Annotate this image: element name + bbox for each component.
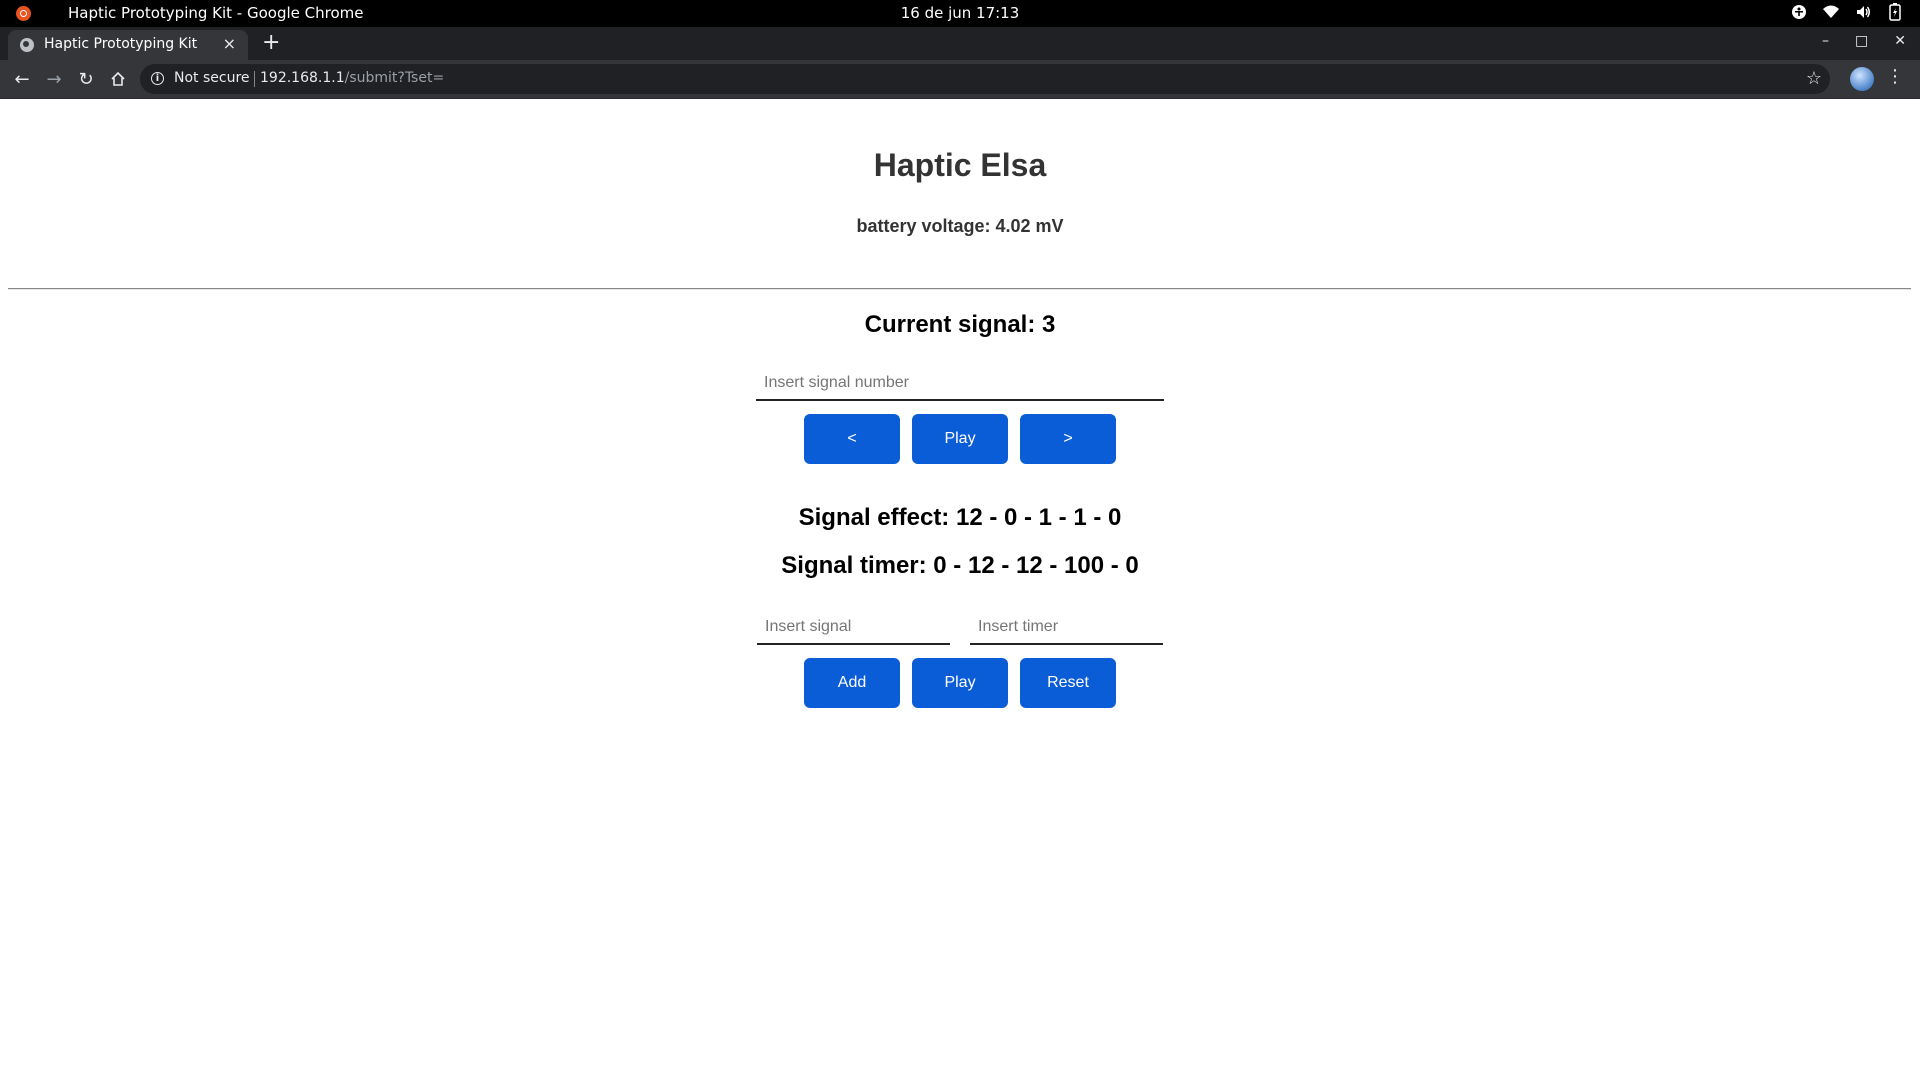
tab-strip: Haptic Prototyping Kit × + – □ ✕ (0, 27, 1920, 60)
omnibox-separator (254, 71, 255, 87)
bookmark-star-icon[interactable]: ☆ (1806, 68, 1822, 89)
back-arrow-icon[interactable]: ← (10, 67, 34, 91)
battery-voltage: battery voltage: 4.02 mV (856, 216, 1064, 236)
play-sequence-button[interactable]: Play (912, 658, 1008, 708)
browser-tab[interactable]: Haptic Prototyping Kit × (8, 30, 248, 60)
url-host: 192.168.1.1 (260, 70, 345, 86)
browser-toolbar: ← → ↻ i Not secure 192.168.1.1/submit?Ts… (0, 60, 1920, 99)
menu-dots-icon[interactable]: ⋮ (1886, 66, 1904, 87)
os-clock[interactable]: 16 de jun 17:13 (0, 4, 1920, 22)
signal-effect: Signal effect: 12 - 0 - 1 - 1 - 0 (798, 504, 1122, 531)
add-button[interactable]: Add (804, 658, 900, 708)
page-content: Haptic Elsa battery voltage: 4.02 mV Cur… (0, 99, 1920, 1080)
wifi-icon[interactable] (1822, 3, 1840, 21)
forward-arrow-icon[interactable]: → (42, 67, 66, 91)
address-bar[interactable]: i Not secure 192.168.1.1/submit?Tset= ☆ (140, 64, 1830, 94)
signal-timer: Signal timer: 0 - 12 - 12 - 100 - 0 (781, 552, 1139, 579)
reload-icon[interactable]: ↻ (74, 67, 98, 91)
system-tray[interactable] (1790, 3, 1904, 21)
close-tab-icon[interactable]: × (223, 34, 236, 53)
url-path: /submit?Tset= (344, 70, 445, 86)
battery-icon[interactable] (1886, 3, 1904, 21)
timer-input[interactable] (970, 611, 1163, 645)
not-secure-label[interactable]: Not secure (174, 70, 250, 86)
maximize-icon[interactable]: □ (1855, 33, 1868, 49)
accessibility-icon[interactable] (1790, 3, 1808, 21)
info-icon[interactable]: i (151, 72, 164, 85)
url-text[interactable]: 192.168.1.1/submit?Tset= (260, 70, 444, 86)
reset-button[interactable]: Reset (1020, 658, 1116, 708)
play-signal-button[interactable]: Play (912, 414, 1008, 464)
page-title: Haptic Elsa (873, 147, 1047, 183)
os-top-bar: Haptic Prototyping Kit - Google Chrome 1… (0, 0, 1920, 27)
profile-avatar[interactable] (1850, 67, 1874, 91)
globe-icon (20, 38, 34, 52)
divider (8, 288, 1911, 290)
previous-signal-button[interactable]: < (804, 414, 900, 464)
next-signal-button[interactable]: > (1020, 414, 1116, 464)
volume-icon[interactable] (1854, 3, 1872, 21)
tab-title: Haptic Prototyping Kit (44, 36, 198, 52)
new-tab-button[interactable]: + (262, 29, 280, 57)
signal-number-input[interactable] (756, 367, 1164, 401)
signal-input[interactable] (757, 611, 950, 645)
close-window-icon[interactable]: ✕ (1894, 33, 1906, 49)
current-signal: Current signal: 3 (864, 311, 1056, 338)
window-controls: – □ ✕ (1822, 33, 1906, 49)
home-icon[interactable] (106, 67, 130, 91)
minimize-icon[interactable]: – (1822, 33, 1829, 49)
